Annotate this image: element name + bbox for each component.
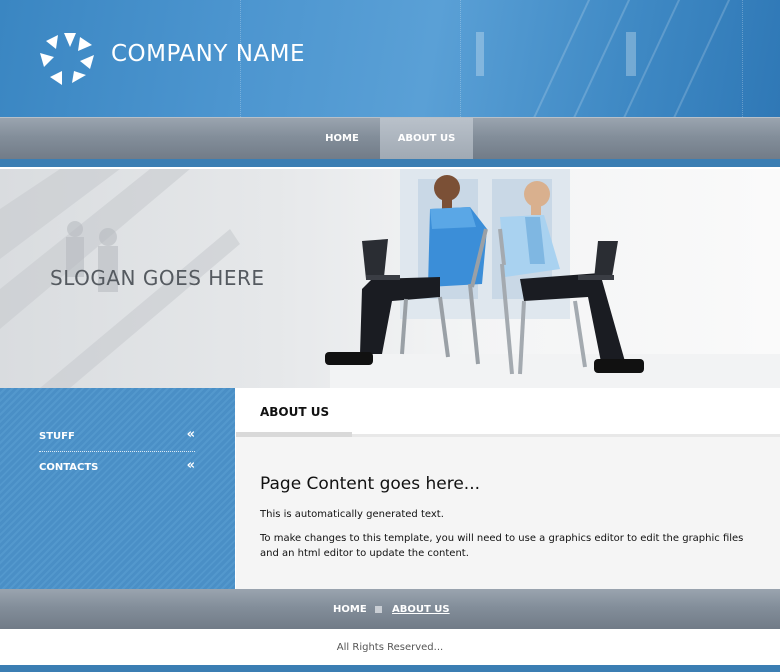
slogan-text: SLOGAN GOES HERE — [50, 266, 265, 290]
nav-home-link[interactable]: HOME — [306, 118, 378, 160]
footer-home-link[interactable]: HOME — [333, 604, 367, 615]
content-header: ABOUT US — [236, 388, 780, 437]
copyright-text: All Rights Reserved... — [336, 642, 444, 653]
tab-underline — [236, 432, 352, 437]
header-decor-streak — [666, 0, 736, 117]
company-name: COMPANY NAME — [111, 41, 306, 67]
footer-nav: HOME ABOUT US — [0, 589, 780, 629]
sidebar-item-label: CONTACTS — [39, 462, 99, 473]
hero-banner: SLOGAN GOES HERE — [0, 169, 780, 388]
content-paragraph: This is automatically generated text. — [260, 509, 444, 520]
sidebar-item-stuff[interactable]: STUFF « — [39, 425, 195, 452]
header: COMPANY NAME — [0, 0, 780, 117]
footer-about-us-link[interactable]: ABOUT US — [392, 604, 450, 615]
header-decor-line — [742, 0, 743, 117]
content-tab-title: ABOUT US — [260, 405, 330, 419]
footer-separator-square — [375, 606, 382, 613]
double-chevron-left-icon: « — [186, 458, 195, 473]
pinwheel-logo-icon — [40, 33, 94, 85]
sidebar-item-label: STUFF — [39, 431, 75, 442]
double-chevron-left-icon: « — [186, 427, 195, 442]
bottom-strip — [0, 665, 780, 672]
nav-about-us-link[interactable]: ABOUT US — [380, 118, 473, 160]
header-decor-bar — [476, 32, 484, 76]
main-nav: HOME ABOUT US — [0, 117, 780, 160]
header-decor-streak — [526, 0, 596, 117]
sidebar-item-contacts[interactable]: CONTACTS « — [39, 456, 195, 482]
divider-strip — [0, 159, 780, 167]
sidebar — [0, 388, 235, 589]
content-paragraph: To make changes to this template, you wi… — [260, 533, 744, 559]
main-content: ABOUT US Page Content goes here... This … — [236, 388, 780, 589]
header-decor-bar — [626, 32, 636, 76]
header-decor-line — [460, 0, 461, 117]
page-heading: Page Content goes here... — [260, 474, 481, 494]
